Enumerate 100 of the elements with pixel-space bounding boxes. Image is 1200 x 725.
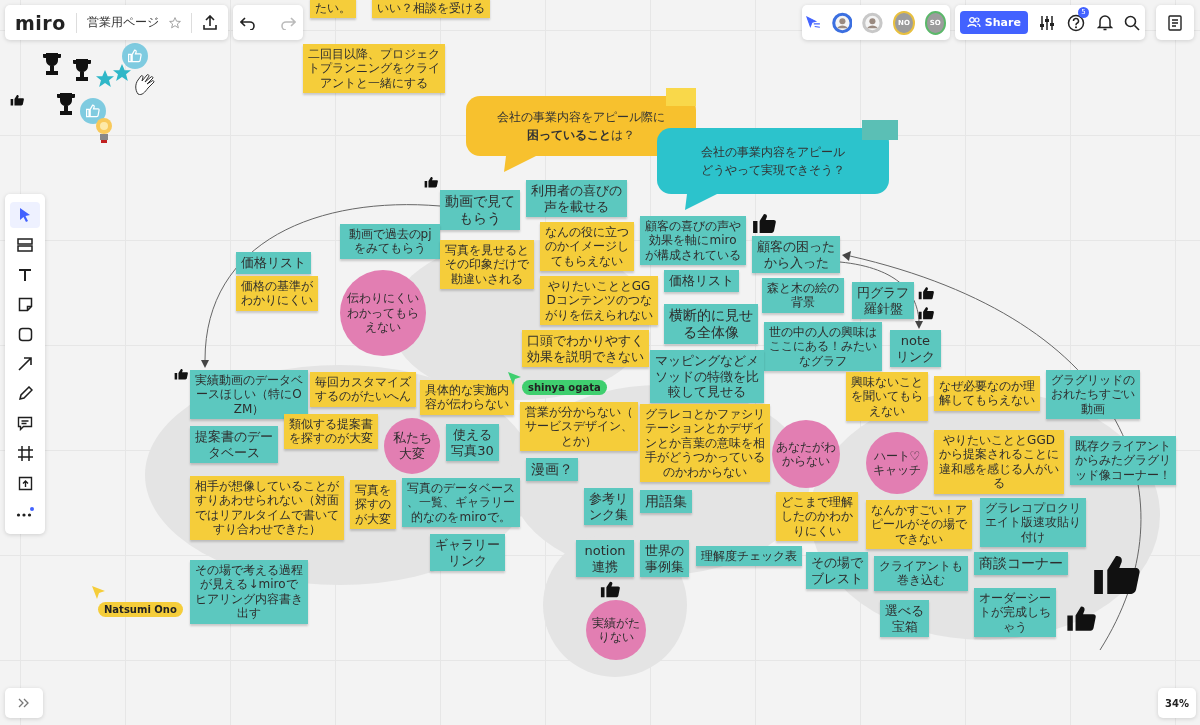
- zoom-level-button[interactable]: 34%: [1158, 688, 1196, 718]
- sticky-note[interactable]: 価格リスト: [664, 270, 739, 292]
- trophy-icon: [72, 58, 92, 82]
- sticky-note[interactable]: 類似する提案書を探すのが大変: [284, 414, 378, 449]
- sticky-note[interactable]: 毎回カスタマイズするのがたいへん: [310, 372, 416, 407]
- sticky-note[interactable]: 動画で過去のpjをみてもらう: [340, 224, 440, 259]
- thumbs-up-icon: [752, 212, 776, 234]
- sticky-note[interactable]: なんかすごい！アピールがその場でできない: [866, 500, 972, 550]
- more-icon: [16, 507, 34, 520]
- chevrons-icon: [18, 698, 30, 708]
- sticky-note[interactable]: 商談コーナー: [974, 552, 1068, 575]
- cursor-icon: [18, 206, 32, 223]
- upload-icon[interactable]: [201, 14, 218, 31]
- sticky-note[interactable]: マッピングなどメソッドの特徴を比較して見せる: [650, 350, 764, 403]
- sticky-note[interactable]: 価格の基準がわかりにくい: [236, 276, 318, 311]
- sticky-note[interactable]: 興味ないことを聞いてもらえない: [846, 372, 928, 422]
- document-icon[interactable]: [1168, 14, 1182, 31]
- pen-icon: [17, 386, 33, 402]
- sticky-note[interactable]: 既存クライアントからみたグラグリッド像コーナー！: [1070, 436, 1176, 486]
- sliders-icon[interactable]: [1039, 14, 1056, 31]
- light-bulb-icon: [96, 118, 112, 144]
- sticky-note[interactable]: 営業が分からない（サービスデザイン、とか）: [520, 402, 638, 452]
- sticky-note[interactable]: notion連携: [576, 540, 635, 578]
- sticky-note[interactable]: 理解度チェック表: [696, 546, 802, 567]
- logo[interactable]: miro: [15, 11, 66, 34]
- circle-note[interactable]: 伝わりにくいわかってもらえない: [340, 270, 426, 356]
- search-icon[interactable]: [1124, 14, 1141, 31]
- square-icon: [17, 326, 33, 342]
- sticky-note[interactable]: 価格リスト: [236, 252, 311, 274]
- sticky-note[interactable]: グラグリッドのおれたちすごい動画: [1046, 370, 1140, 420]
- star-icon: [96, 70, 114, 88]
- sticky-note[interactable]: グラレコプロクリエイト版速攻貼り付け: [980, 498, 1086, 548]
- share-button[interactable]: Share: [959, 11, 1028, 34]
- thumbs-up-icon: [174, 368, 188, 380]
- sticky-note[interactable]: 動画で見てもらう: [440, 190, 520, 230]
- hand-icon: [132, 72, 158, 98]
- sticky-note[interactable]: 二回目以降、プロジェクトプランニングをクライアントと一緒にする: [303, 44, 445, 94]
- cursor-icon[interactable]: [806, 14, 822, 31]
- sticky-note[interactable]: 世の中の人の興味はここにある！みたいなグラフ: [764, 322, 882, 372]
- sticky-note[interactable]: noteリンク: [890, 330, 941, 368]
- bubble-text: 会社の事業内容をアピールどうやって実現できそう？: [700, 144, 846, 179]
- sticky-note[interactable]: 利用者の喜びの声を載せる: [526, 180, 627, 218]
- people-icon: [966, 17, 981, 28]
- sticky-note[interactable]: やりたいこととGGDコンテンツのつながりを伝えられない: [540, 276, 658, 326]
- sticky-note[interactable]: なぜ必要なのか理解してもらえない: [934, 376, 1040, 411]
- trophy-icon: [56, 92, 76, 116]
- bell-icon[interactable]: [1096, 14, 1113, 31]
- bubble-text: 会社の事業内容をアピール際に困っていることは？: [496, 109, 666, 144]
- sticky-note[interactable]: いい？相談を受ける: [372, 0, 490, 19]
- sticky-note[interactable]: 使える写真30: [446, 424, 499, 462]
- undo-icon[interactable]: [240, 15, 256, 30]
- sticky-note[interactable]: ギャラリーリンク: [430, 534, 505, 572]
- sticky-note[interactable]: 円グラフ羅針盤: [852, 282, 914, 320]
- sticky-note[interactable]: 顧客の喜びの声や効果を軸にmiroが構成されている: [640, 216, 746, 266]
- sticky-note[interactable]: やりたいこととGGDから提案されることに違和感を感じる人がいる: [934, 430, 1064, 494]
- sticky-note[interactable]: 用語集: [640, 490, 692, 513]
- sticky-note[interactable]: 漫画？: [526, 458, 578, 481]
- sticky-note[interactable]: 顧客の困ったから入った: [752, 236, 840, 274]
- thumbs-up-icon: [918, 286, 934, 300]
- sticky-note[interactable]: 参考リンク集: [584, 488, 633, 526]
- sticky-note[interactable]: 森と木の絵の背景: [762, 278, 844, 313]
- sticky-note[interactable]: オーダーシートが完成しちゃう: [974, 588, 1056, 638]
- comment-icon: [17, 416, 33, 432]
- sticky-note[interactable]: その場でブレスト: [806, 552, 868, 590]
- layout-icon: [17, 237, 33, 252]
- sticky-note[interactable]: 提案書のデータベース: [190, 426, 278, 464]
- sticky-note[interactable]: その場で考える過程が見える↓miroでヒアリング内容書き出す: [190, 560, 308, 624]
- sticky-note[interactable]: 具体的な実施内容が伝わらない: [420, 380, 514, 415]
- whiteboard-canvas[interactable]: [0, 0, 1200, 725]
- sticky-note[interactable]: 写真を探すのが大変: [350, 480, 396, 530]
- sticky-note[interactable]: 世界の事例集: [640, 540, 689, 578]
- thumbs-up-icon: [122, 43, 148, 69]
- star-icon: [113, 64, 131, 82]
- sticky-note[interactable]: クライアントも巻き込む: [874, 556, 968, 591]
- trophy-icon: [42, 52, 62, 76]
- board-title[interactable]: 営業用ページ: [86, 14, 159, 31]
- sticky-note-icon: [17, 296, 33, 312]
- avatar-icon[interactable]: [831, 10, 853, 35]
- thumbs-up-icon: [1066, 604, 1096, 632]
- cursor-label: Natsumi Ono: [98, 602, 183, 617]
- text-icon: [18, 267, 32, 282]
- arrow-icon: [17, 356, 33, 372]
- sticky-note[interactable]: 横断的に見せる全体像: [664, 304, 758, 344]
- help-icon[interactable]: [1067, 13, 1085, 32]
- avatar-icon[interactable]: [862, 10, 884, 35]
- sticky-note[interactable]: たい。: [310, 0, 356, 19]
- cursor-label: shinya ogata: [522, 380, 607, 395]
- sticky-note[interactable]: 相手が想像していることがすりあわせられない（対面ではリアルタイムで書いてすり合わせできた）: [190, 476, 344, 540]
- star-icon[interactable]: [168, 16, 181, 29]
- sticky-note[interactable]: 口頭でわかりやすく効果を説明できない: [522, 330, 649, 368]
- sticky-note[interactable]: なんの役に立つのかイメージしてもらえない: [540, 222, 634, 272]
- sticky-note[interactable]: どこまで理解したのかわかりにくい: [776, 492, 858, 542]
- sticky-note[interactable]: 写真のデータベース、一覧、ギャラリー的なのをmiroで。: [402, 478, 520, 528]
- thumbs-up-icon: [10, 94, 24, 106]
- frame-icon: [17, 445, 33, 461]
- sticky-note[interactable]: 選べる宝箱: [880, 600, 929, 638]
- upload-icon: [17, 475, 33, 491]
- thumbs-up-icon: [918, 306, 934, 320]
- sticky-note[interactable]: 写真を見せるとその印象だけで勘違いされる: [440, 240, 534, 290]
- sticky-note[interactable]: グラレコとかファシリテーションとかデザインとか言葉の意味を相手がどうつかっているのかわからない: [640, 404, 770, 482]
